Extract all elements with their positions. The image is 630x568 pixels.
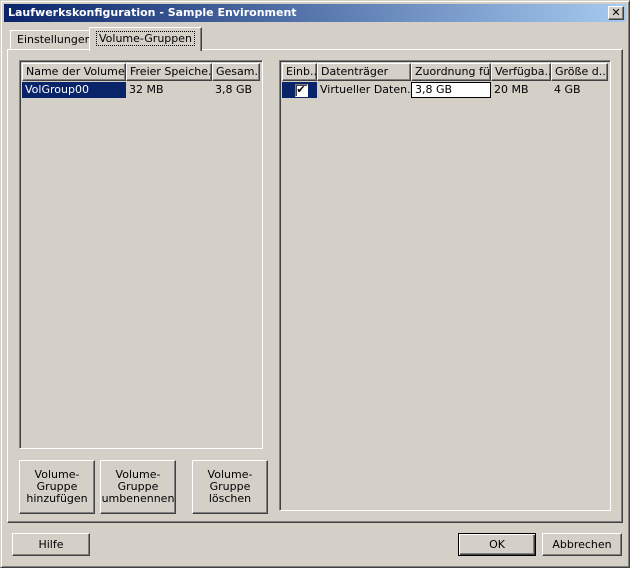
column-header-total[interactable]: Gesam... <box>212 63 260 81</box>
close-button[interactable]: ✕ <box>608 6 624 20</box>
list-header: Einb... Datenträger Zuordnung fü... Verf… <box>282 63 608 81</box>
column-header-name[interactable]: Name der Volume... <box>22 63 126 81</box>
group-name-cell: VolGroup00 <box>22 82 126 98</box>
volume-groups-list[interactable]: Name der Volume... Freier Speiche... Ges… <box>19 60 263 449</box>
column-header-available[interactable]: Verfügba... <box>491 63 551 81</box>
allocation-input[interactable]: 3,8 GB <box>411 82 491 98</box>
volume-groups-panel: Name der Volume... Freier Speiche... Ges… <box>7 49 623 523</box>
window-title: Laufwerkskonfiguration - Sample Environm… <box>8 6 297 19</box>
column-header-allocation[interactable]: Zuordnung fü... <box>411 63 491 81</box>
cancel-button[interactable]: Abbrechen <box>542 533 622 556</box>
group-free-cell: 32 MB <box>129 83 164 96</box>
table-row[interactable]: VolGroup00 32 MB 3,8 GB <box>22 82 260 98</box>
disk-name-cell: Virtueller Daten... <box>320 83 411 96</box>
tab-label: Volume-Gruppen <box>96 31 196 46</box>
rename-volume-group-button[interactable]: Volume- Gruppe umbenennen <box>100 460 176 514</box>
include-cell: ✔ <box>282 82 317 98</box>
tab-volume-gruppen[interactable]: Volume-Gruppen <box>89 27 203 51</box>
help-button[interactable]: Hilfe <box>12 533 90 556</box>
add-volume-group-button[interactable]: Volume- Gruppe hinzufügen <box>19 460 95 514</box>
disks-list[interactable]: Einb... Datenträger Zuordnung fü... Verf… <box>279 60 611 511</box>
size-cell: 4 GB <box>554 83 581 96</box>
delete-volume-group-button[interactable]: Volume- Gruppe löschen <box>192 460 268 514</box>
column-header-free[interactable]: Freier Speiche... <box>126 63 212 81</box>
include-checkbox[interactable]: ✔ <box>294 82 308 97</box>
tab-einstellungen[interactable]: Einstellungen <box>10 30 99 50</box>
ok-button[interactable]: OK <box>458 533 536 556</box>
table-row[interactable]: ✔ Virtueller Daten... 3,8 GB 20 MB 4 GB <box>282 82 608 98</box>
column-header-included[interactable]: Einb... <box>282 63 317 81</box>
tab-label: Einstellungen <box>17 33 92 46</box>
column-header-size[interactable]: Größe d... <box>551 63 608 81</box>
list-header: Name der Volume... Freier Speiche... Ges… <box>22 63 260 81</box>
title-bar[interactable]: Laufwerkskonfiguration - Sample Environm… <box>4 4 626 22</box>
available-cell: 20 MB <box>494 83 529 96</box>
column-header-disk[interactable]: Datenträger <box>317 63 411 81</box>
checkmark-icon: ✔ <box>296 82 306 96</box>
group-total-cell: 3,8 GB <box>215 83 253 96</box>
dialog-window: Laufwerkskonfiguration - Sample Environm… <box>0 0 630 568</box>
close-icon: ✕ <box>611 6 621 19</box>
